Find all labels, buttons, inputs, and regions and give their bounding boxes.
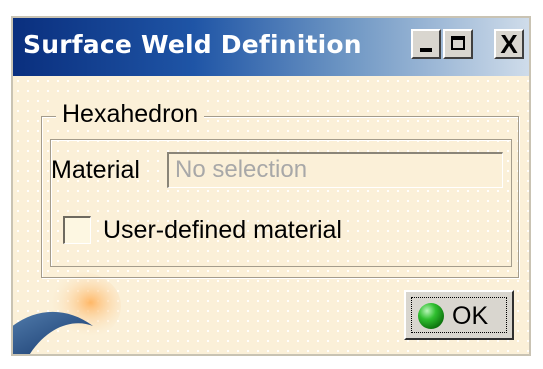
dialog-window: Surface Weld Definition X Hexahedron Mat… <box>11 16 531 356</box>
minimize-button[interactable] <box>411 29 441 59</box>
material-label: Material <box>51 156 140 184</box>
maximize-button[interactable] <box>443 29 473 59</box>
ok-label: OK <box>452 302 489 330</box>
group-inner-frame: Material No selection User-defined mater… <box>50 139 512 267</box>
ok-button[interactable]: OK <box>404 290 514 340</box>
material-field[interactable]: No selection <box>167 152 503 188</box>
group-title: Hexahedron <box>56 100 205 129</box>
minimize-icon <box>420 48 432 52</box>
close-icon: X <box>500 29 518 59</box>
title-bar[interactable]: Surface Weld Definition X <box>13 18 529 76</box>
user-defined-material-checkbox[interactable] <box>63 216 91 244</box>
close-button[interactable]: X <box>494 29 524 59</box>
green-ball-icon <box>418 303 444 329</box>
window-title: Surface Weld Definition <box>23 30 362 59</box>
maximize-icon <box>451 36 465 50</box>
user-defined-material-label[interactable]: User-defined material <box>103 216 342 245</box>
hexahedron-group: Hexahedron Material No selection User-de… <box>41 100 519 278</box>
